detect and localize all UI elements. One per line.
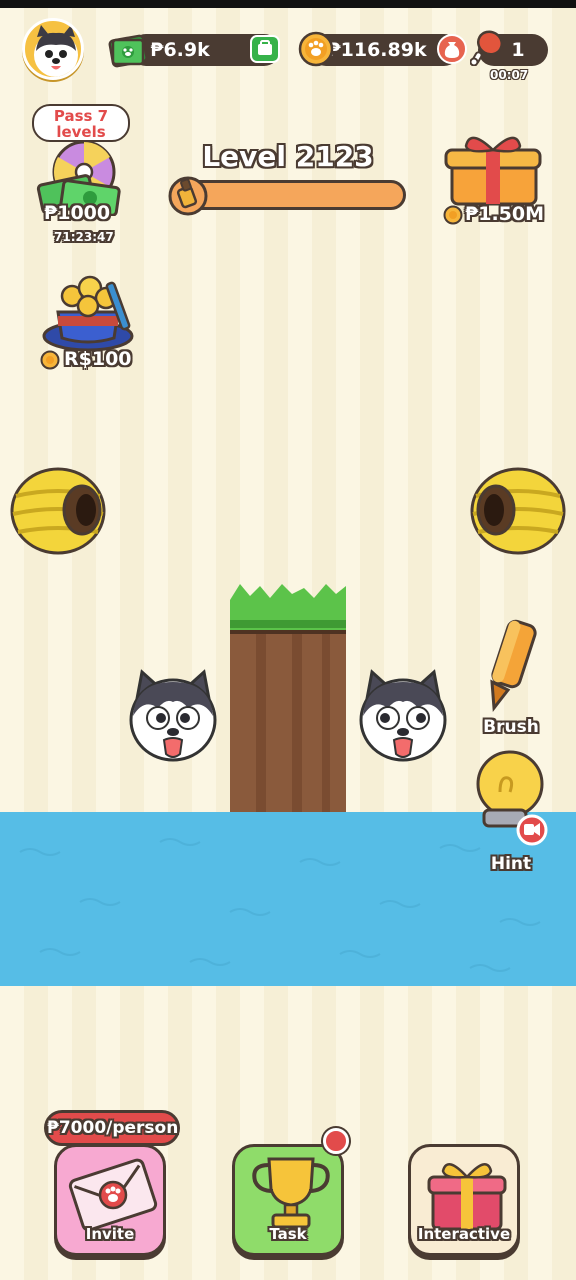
- husky-dog-right: [359, 669, 447, 762]
- wallet-icon[interactable]: [250, 35, 280, 63]
- dirt-pillar: [230, 584, 346, 814]
- beehive-left-icon: [10, 467, 106, 555]
- brush-label[interactable]: Brush: [476, 717, 546, 737]
- coin-icon: [40, 350, 60, 370]
- interactive-label: Interactive: [417, 1225, 511, 1243]
- money-bag-icon[interactable]: [437, 34, 467, 64]
- lightbulb-hint-icon[interactable]: [470, 748, 550, 848]
- coin-icon: [443, 205, 463, 225]
- brush-icon[interactable]: [478, 616, 542, 712]
- invite-button[interactable]: Invite: [54, 1144, 166, 1256]
- wheel-reward-timer: 71:23:47: [54, 230, 114, 244]
- gift-icon: [427, 1163, 507, 1231]
- trophy-icon: [252, 1157, 330, 1229]
- envelope-icon: [68, 1158, 158, 1232]
- gift-reward-amount: ₱1.50M: [465, 203, 545, 225]
- meat-icon: [470, 30, 504, 66]
- invite-reward-tag: ₱7000/person: [44, 1110, 180, 1146]
- husky-avatar[interactable]: [22, 18, 84, 80]
- invite-label: Invite: [85, 1225, 135, 1243]
- paint-bucket-icon: [168, 176, 208, 216]
- interactive-button[interactable]: Interactive: [408, 1144, 520, 1256]
- hint-label[interactable]: Hint: [476, 854, 546, 874]
- beehive-right-icon: [470, 467, 566, 555]
- wheel-reward-amount: ₱1000: [44, 202, 111, 224]
- husky-dog-left: [129, 669, 217, 762]
- lives-timer: 00:07: [490, 68, 529, 82]
- task-label: Task: [269, 1225, 307, 1243]
- cash-icon: [108, 34, 148, 68]
- magic-hat-icon[interactable]: [40, 272, 136, 358]
- status-strip: [0, 0, 576, 8]
- hat-reward-amount: R$100: [64, 348, 132, 370]
- husky-face-icon: [34, 25, 78, 77]
- task-button[interactable]: Task: [232, 1144, 344, 1256]
- task-notification-dot: [323, 1128, 349, 1154]
- paw-coin-icon: [298, 31, 334, 67]
- gift-box-icon[interactable]: [442, 126, 544, 210]
